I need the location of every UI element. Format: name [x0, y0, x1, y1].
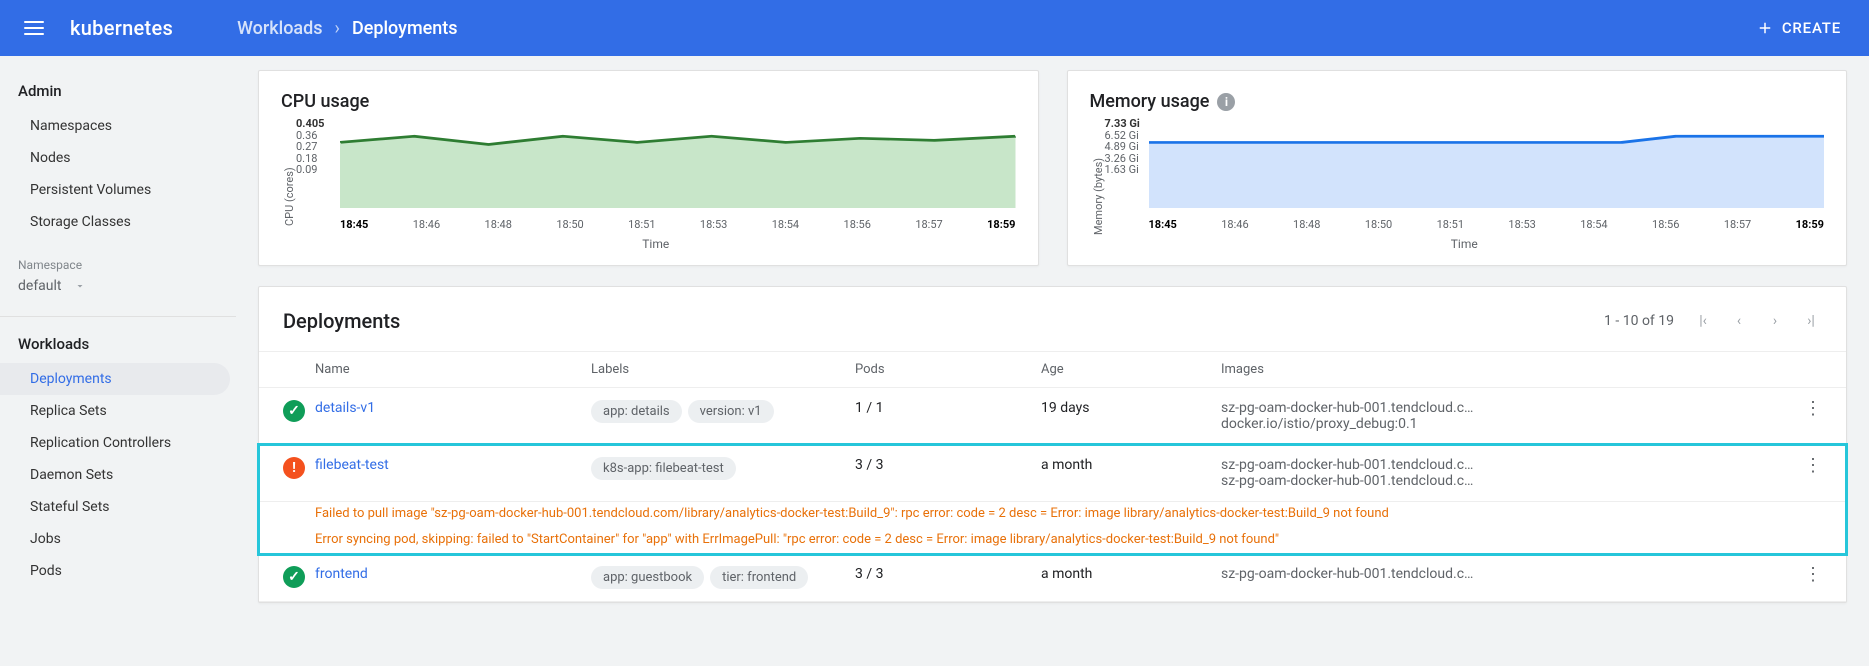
sidebar-item-pods[interactable]: Pods [0, 555, 236, 587]
sidebar-item-replica-sets[interactable]: Replica Sets [0, 395, 236, 427]
check-icon: ✓ [283, 566, 305, 588]
sidebar-item-deployments[interactable]: Deployments [0, 363, 230, 395]
age-value: a month [1041, 566, 1221, 582]
error-message: Error syncing pod, skipping: failed to "… [259, 528, 1846, 554]
row-actions-icon[interactable]: ⋮ [1804, 564, 1822, 585]
deployment-link[interactable]: details-v1 [315, 400, 375, 416]
create-button-label: CREATE [1782, 19, 1841, 37]
sidebar: Admin Namespaces Nodes Persistent Volume… [0, 56, 236, 617]
table-title: Deployments [283, 309, 1604, 333]
age-value: a month [1041, 457, 1221, 473]
age-value: 19 days [1041, 400, 1221, 416]
namespace-label: Namespace [0, 238, 236, 278]
sidebar-item-namespaces[interactable]: Namespaces [0, 110, 236, 142]
images-cell: sz-pg-oam-docker-hub-001.tendcloud.com…s… [1221, 457, 1782, 489]
memory-chart-title: Memory usage [1090, 91, 1210, 112]
pods-value: 1 / 1 [855, 400, 1041, 416]
cpu-xlabel: Time [296, 237, 1016, 251]
page-prev-icon[interactable]: ‹ [1728, 313, 1750, 329]
memory-ylabel: Memory (bytes) [1090, 122, 1105, 251]
breadcrumb-root[interactable]: Workloads [237, 18, 322, 39]
label-chip: app: guestbook [591, 566, 704, 589]
sidebar-workloads-title: Workloads [0, 329, 236, 363]
error-icon: ! [283, 457, 305, 479]
col-pods[interactable]: Pods [855, 362, 1041, 377]
label-chip: k8s-app: filebeat-test [591, 457, 736, 480]
col-images[interactable]: Images [1221, 362, 1782, 377]
brand: kubernetes [70, 16, 173, 40]
deployments-card: Deployments 1 - 10 of 19 |‹ ‹ › ›| Name … [258, 286, 1847, 603]
label-chip: app: details [591, 400, 682, 423]
memory-xlabel: Time [1105, 237, 1825, 251]
col-name[interactable]: Name [315, 362, 591, 377]
label-chip: version: v1 [688, 400, 774, 423]
table-row: ✓ frontend app: guestbook tier: frontend 3 /… [259, 554, 1846, 602]
page-last-icon[interactable]: ›| [1800, 313, 1822, 329]
sidebar-item-replication-controllers[interactable]: Replication Controllers [0, 427, 236, 459]
chevron-right-icon: › [335, 18, 340, 39]
deployment-link[interactable]: filebeat-test [315, 457, 389, 473]
namespace-select[interactable]: default [0, 278, 236, 304]
memory-xticks: 18:4518:4618:4818:5018:5118:5318:5418:56… [1149, 218, 1825, 231]
label-chip: tier: frontend [710, 566, 808, 589]
main: CPU usage CPU (cores) 0.405 0.36 0.27 0.… [236, 56, 1869, 617]
sidebar-item-persistent-volumes[interactable]: Persistent Volumes [0, 174, 236, 206]
cpu-yticks: 0.405 0.36 0.27 0.18 0.09 [296, 118, 324, 176]
sidebar-admin-title: Admin [0, 76, 236, 110]
sidebar-item-storage-classes[interactable]: Storage Classes [0, 206, 236, 238]
topbar: kubernetes Workloads › Deployments CREAT… [0, 0, 1869, 56]
pods-value: 3 / 3 [855, 457, 1041, 473]
create-button[interactable]: CREATE [1752, 11, 1845, 45]
row-actions-icon[interactable]: ⋮ [1804, 398, 1822, 419]
breadcrumb-leaf: Deployments [352, 18, 458, 39]
images-cell: sz-pg-oam-docker-hub-001.tendcloud.com…d… [1221, 400, 1782, 432]
table-row: ✓ details-v1 app: details version: v1 1 / 11… [259, 388, 1846, 445]
namespace-value: default [18, 278, 62, 294]
error-message: Failed to pull image "sz-pg-oam-docker-h… [259, 502, 1846, 528]
col-labels[interactable]: Labels [591, 362, 855, 377]
cpu-chart-title: CPU usage [281, 91, 369, 112]
cpu-chart-card: CPU usage CPU (cores) 0.405 0.36 0.27 0.… [258, 70, 1039, 266]
cpu-plot: 0.405 0.36 0.27 0.18 0.09 [296, 122, 1016, 218]
cpu-chart-svg [340, 126, 1016, 208]
info-icon[interactable]: i [1217, 93, 1235, 111]
memory-plot: 7.33 Gi 6.52 Gi 4.89 Gi 3.26 Gi 1.63 Gi [1105, 122, 1825, 218]
plus-icon [1756, 19, 1774, 37]
cpu-ylabel: CPU (cores) [281, 122, 296, 251]
memory-chart-card: Memory usage i Memory (bytes) 7.33 Gi 6.… [1067, 70, 1848, 266]
col-age[interactable]: Age [1041, 362, 1221, 377]
sidebar-item-jobs[interactable]: Jobs [0, 523, 236, 555]
check-icon: ✓ [283, 400, 305, 422]
page-first-icon[interactable]: |‹ [1692, 313, 1714, 329]
pager: 1 - 10 of 19 |‹ ‹ › ›| [1604, 313, 1822, 329]
deployment-link[interactable]: frontend [315, 566, 368, 582]
chevron-down-icon [74, 280, 86, 292]
sidebar-item-daemon-sets[interactable]: Daemon Sets [0, 459, 236, 491]
sidebar-item-stateful-sets[interactable]: Stateful Sets [0, 491, 236, 523]
images-cell: sz-pg-oam-docker-hub-001.tendcloud.com… [1221, 566, 1782, 582]
row-actions-icon[interactable]: ⋮ [1804, 455, 1822, 476]
pager-range: 1 - 10 of 19 [1604, 313, 1674, 329]
cpu-xticks: 18:4518:4618:4818:5018:5118:5318:5418:56… [340, 218, 1016, 231]
divider [0, 316, 236, 317]
table-row: ! filebeat-test k8s-app: filebeat-test 3 / … [259, 445, 1846, 502]
memory-chart-svg [1149, 126, 1825, 208]
pods-value: 3 / 3 [855, 566, 1041, 582]
table-head: Name Labels Pods Age Images [259, 351, 1846, 388]
memory-yticks: 7.33 Gi 6.52 Gi 4.89 Gi 3.26 Gi 1.63 Gi [1105, 118, 1140, 176]
page-next-icon[interactable]: › [1764, 313, 1786, 329]
menu-icon[interactable] [24, 16, 48, 40]
sidebar-item-nodes[interactable]: Nodes [0, 142, 236, 174]
